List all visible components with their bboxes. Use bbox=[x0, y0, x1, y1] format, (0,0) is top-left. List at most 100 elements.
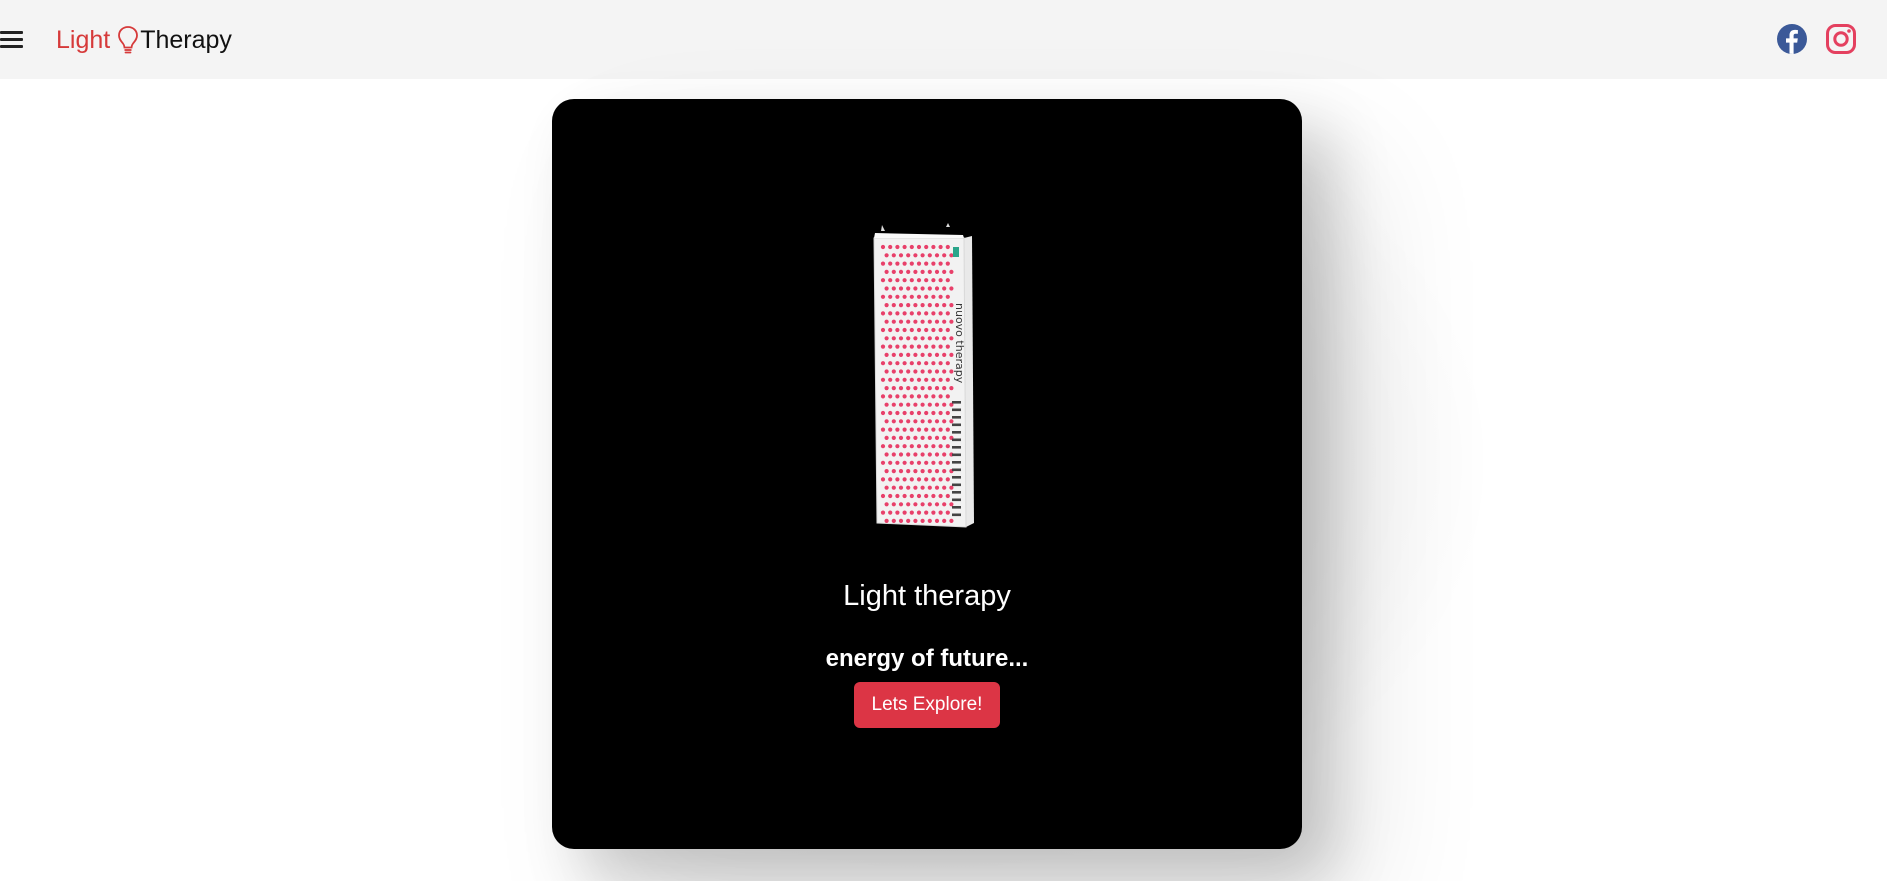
led-dot bbox=[880, 460, 886, 465]
led-dot bbox=[906, 336, 911, 341]
led-dot bbox=[902, 344, 907, 349]
led-dot bbox=[909, 261, 914, 266]
led-dot bbox=[931, 244, 936, 250]
led-dot bbox=[888, 493, 893, 499]
device-label-line bbox=[952, 446, 961, 449]
led-dot bbox=[898, 369, 904, 374]
led-dot bbox=[949, 386, 954, 391]
led-dot bbox=[895, 244, 900, 250]
hamburger-menu-icon[interactable] bbox=[0, 28, 24, 50]
led-dot bbox=[891, 352, 896, 357]
led-dot bbox=[931, 427, 936, 432]
device-label-line bbox=[952, 431, 961, 434]
led-dot bbox=[895, 327, 900, 333]
led-dot bbox=[931, 460, 936, 465]
led-dot bbox=[945, 410, 950, 416]
led-dot bbox=[942, 518, 947, 523]
led-dot bbox=[884, 269, 889, 274]
instagram-icon[interactable] bbox=[1825, 23, 1857, 55]
led-dot bbox=[920, 419, 925, 424]
led-dot bbox=[902, 510, 907, 515]
led-dot bbox=[888, 361, 893, 366]
led-dot bbox=[927, 402, 932, 407]
led-dot bbox=[934, 352, 940, 357]
led-dot bbox=[938, 410, 943, 416]
led-dot bbox=[920, 386, 925, 391]
led-dot bbox=[895, 261, 900, 266]
led-dot bbox=[934, 518, 940, 523]
led-dot bbox=[924, 327, 929, 333]
led-dot bbox=[949, 319, 954, 324]
led-dot bbox=[898, 435, 904, 440]
led-dot bbox=[916, 444, 922, 449]
led-dot bbox=[942, 319, 947, 324]
led-dot bbox=[920, 518, 925, 523]
led-dot bbox=[913, 253, 918, 258]
led-dot bbox=[909, 311, 914, 316]
led-dot bbox=[949, 419, 954, 424]
led-dot bbox=[945, 344, 950, 349]
led-dot bbox=[931, 327, 936, 333]
led-dot bbox=[884, 286, 889, 291]
device-label-line bbox=[952, 461, 961, 464]
led-dot bbox=[924, 361, 929, 366]
led-dot bbox=[909, 493, 914, 499]
led-dot bbox=[913, 319, 918, 324]
hero-subtitle: energy of future... bbox=[825, 644, 1029, 672]
led-dot bbox=[934, 435, 940, 440]
led-dot bbox=[902, 444, 907, 449]
led-dot bbox=[898, 352, 904, 357]
led-dot bbox=[884, 485, 889, 490]
led-dot bbox=[884, 402, 889, 407]
device-label-line bbox=[952, 491, 961, 494]
led-dot bbox=[891, 269, 896, 274]
led-dot bbox=[931, 510, 936, 515]
lets-explore-button[interactable]: Lets Explore! bbox=[854, 682, 1000, 728]
led-dot bbox=[891, 452, 896, 457]
led-dot bbox=[898, 386, 904, 391]
led-dot bbox=[931, 311, 936, 316]
led-dot bbox=[902, 361, 907, 366]
led-dot bbox=[909, 427, 914, 432]
led-dot bbox=[898, 419, 904, 424]
led-dot bbox=[949, 269, 954, 274]
led-dot bbox=[909, 444, 914, 449]
led-dot bbox=[920, 485, 925, 490]
led-dot bbox=[949, 518, 954, 523]
led-dot bbox=[938, 278, 943, 283]
led-dot bbox=[924, 444, 929, 449]
led-dot bbox=[949, 303, 954, 308]
facebook-icon[interactable] bbox=[1776, 23, 1808, 55]
led-dot bbox=[924, 460, 929, 465]
led-dot bbox=[934, 402, 940, 407]
led-dot bbox=[906, 452, 911, 457]
device-label-line bbox=[952, 401, 961, 404]
led-dot bbox=[945, 510, 950, 515]
led-dot bbox=[888, 394, 893, 399]
led-dot bbox=[909, 294, 914, 299]
led-dot bbox=[902, 427, 907, 432]
brand-logo[interactable]: Light Therapy bbox=[56, 22, 232, 58]
led-dot bbox=[902, 311, 907, 316]
brand-therapy-text: Therapy bbox=[140, 25, 232, 54]
led-dot bbox=[924, 394, 929, 399]
led-dot bbox=[888, 344, 893, 349]
led-dot bbox=[938, 377, 943, 382]
led-dot bbox=[884, 419, 889, 424]
led-dot bbox=[927, 435, 932, 440]
led-dot bbox=[909, 377, 914, 382]
led-dot bbox=[913, 286, 918, 291]
led-dot bbox=[913, 303, 918, 308]
led-dot bbox=[891, 369, 896, 374]
led-dot bbox=[931, 278, 936, 283]
led-dot bbox=[880, 493, 886, 499]
led-dot bbox=[906, 518, 911, 523]
led-dot bbox=[913, 336, 918, 341]
led-dot bbox=[927, 286, 932, 291]
navbar: Light Therapy bbox=[0, 0, 1887, 79]
led-dot bbox=[902, 493, 907, 499]
led-dot bbox=[938, 510, 943, 515]
device-brand-text: nuovo therapy bbox=[953, 303, 966, 384]
led-dot bbox=[909, 361, 914, 366]
led-dot bbox=[895, 410, 900, 416]
